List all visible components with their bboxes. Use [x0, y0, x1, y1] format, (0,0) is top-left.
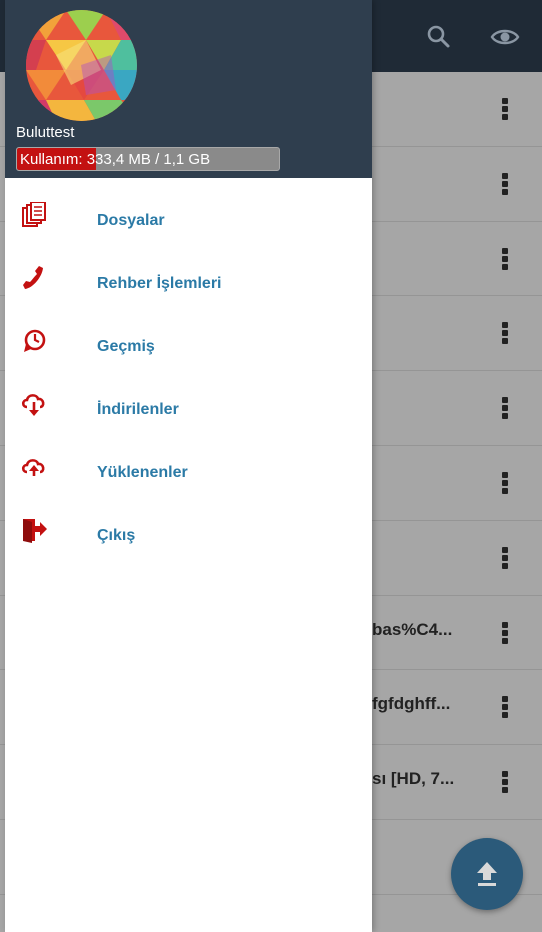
menu-item-exit[interactable]: Çıkış [5, 505, 372, 568]
more-vert-icon[interactable] [500, 771, 510, 799]
menu-item-downloads[interactable]: İndirilenler [5, 379, 372, 442]
menu-item-label: Rehber İşlemleri [97, 275, 222, 292]
storage-usage-text: Kullanım: 333,4 MB / 1,1 GB [20, 151, 211, 168]
more-vert-icon[interactable] [500, 322, 510, 350]
cloud-upload-icon [21, 459, 45, 476]
menu-item-uploads[interactable]: Yüklenenler [5, 442, 372, 505]
menu-item-label: Yüklenenler [97, 464, 188, 481]
cloud-download-icon [21, 394, 45, 416]
search-icon[interactable] [424, 22, 454, 52]
more-vert-icon[interactable] [500, 247, 510, 276]
drawer-menu: Dosyalar Rehber İşlemleri Geçmiş İndiril… [5, 190, 372, 568]
storage-usage-bar: Kullanım: 333,4 MB / 1,1 GB [16, 147, 280, 171]
more-vert-icon[interactable] [500, 471, 510, 500]
more-vert-icon[interactable] [500, 397, 510, 425]
list-item-title: bas%C4... [372, 619, 453, 639]
menu-item-files[interactable]: Dosyalar [5, 190, 372, 253]
eye-icon[interactable] [490, 22, 520, 52]
upload-arrow-icon [477, 862, 497, 886]
files-icon [22, 202, 46, 227]
menu-item-contacts[interactable]: Rehber İşlemleri [5, 253, 372, 316]
phone-icon [23, 266, 43, 289]
menu-item-label: Geçmiş [97, 338, 155, 355]
menu-item-label: Çıkış [97, 527, 136, 544]
menu-item-history[interactable]: Geçmiş [5, 316, 372, 379]
navigation-drawer: Buluttest Kullanım: 333,4 MB / 1,1 GB Do… [5, 0, 372, 932]
more-vert-icon[interactable] [500, 172, 510, 201]
list-item-title: sı [HD, 7... [372, 769, 455, 789]
list-item-title: fgfdghff... [372, 694, 451, 714]
exit-icon [23, 519, 47, 543]
more-vert-icon[interactable] [500, 546, 510, 575]
more-vert-icon[interactable] [500, 98, 510, 126]
user-name: Buluttest [16, 124, 75, 141]
avatar[interactable] [26, 10, 137, 121]
upload-fab-button[interactable] [451, 838, 523, 910]
menu-item-label: Dosyalar [97, 212, 165, 229]
drawer-header: Buluttest Kullanım: 333,4 MB / 1,1 GB [5, 0, 372, 178]
more-vert-icon[interactable] [500, 621, 510, 650]
menu-item-label: İndirilenler [97, 401, 179, 418]
more-vert-icon[interactable] [500, 696, 510, 724]
history-icon [24, 329, 46, 352]
